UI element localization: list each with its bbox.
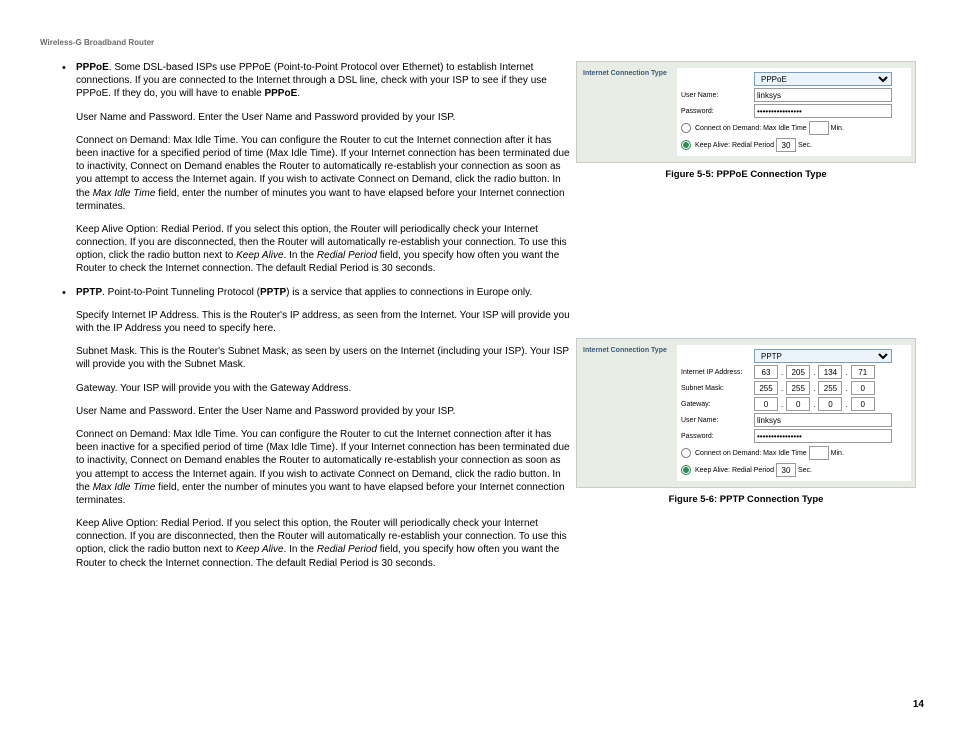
- keep-label: Keep Alive: Redial Period: [695, 467, 774, 474]
- redial-italic: Redial Period: [317, 544, 377, 555]
- ip-label: Internet IP Address:: [681, 369, 751, 376]
- keep-alive-italic: Keep Alive: [236, 250, 283, 261]
- page-header: Wireless-G Broadband Router: [40, 38, 926, 47]
- keep-alive-italic: Keep Alive: [236, 544, 283, 555]
- subnet-1[interactable]: [754, 381, 778, 395]
- ip-3[interactable]: [818, 365, 842, 379]
- pptp-user: User Name and Password. Enter the User N…: [76, 405, 570, 418]
- fig5-side-label: Internet Connection Type: [583, 68, 671, 77]
- subnet-4[interactable]: [851, 381, 875, 395]
- min-label: Min.: [831, 125, 844, 132]
- ip-4[interactable]: [851, 365, 875, 379]
- sec-label: Sec.: [798, 142, 812, 149]
- cod-label: Connect on Demand: Max Idle Time: [695, 450, 807, 457]
- bullet-pptp: PPTP. Point-to-Point Tunneling Protocol …: [40, 286, 570, 570]
- max-idle-italic: Max Idle Time: [93, 188, 156, 199]
- cod-radio[interactable]: [681, 123, 691, 133]
- cod-input-pptp[interactable]: [809, 446, 829, 460]
- pass-input[interactable]: [754, 104, 892, 118]
- ip-1[interactable]: [754, 365, 778, 379]
- sec-label: Sec.: [798, 467, 812, 474]
- pppoe-intro: . Some DSL-based ISPs use PPPoE (Point-t…: [76, 62, 547, 99]
- page-number: 14: [913, 699, 924, 710]
- gw-2[interactable]: [786, 397, 810, 411]
- figure-5-6: Internet Connection Type PPTP Internet I…: [576, 338, 916, 505]
- fig6-side-label: Internet Connection Type: [583, 345, 671, 354]
- subnet-2[interactable]: [786, 381, 810, 395]
- pppoe-user: User Name and Password. Enter the User N…: [76, 111, 570, 124]
- pass-input-pptp[interactable]: [754, 429, 892, 443]
- user-input-pptp[interactable]: [754, 413, 892, 427]
- subnet-label: Subnet Mask:: [681, 385, 751, 392]
- figure-5-5: Internet Connection Type PPPoE User Name…: [576, 61, 916, 180]
- pptp-select[interactable]: PPTP: [754, 349, 892, 363]
- text: . In the: [284, 250, 317, 261]
- pptp-gateway: Gateway. Your ISP will provide you with …: [76, 382, 570, 395]
- pptp-subnet: Subnet Mask. This is the Router's Subnet…: [76, 345, 570, 371]
- pppoe-title-repeat: PPPoE: [264, 88, 297, 99]
- keep-radio[interactable]: [681, 140, 691, 150]
- cod-radio-pptp[interactable]: [681, 448, 691, 458]
- user-input[interactable]: [754, 88, 892, 102]
- pptp-ip: Specify Internet IP Address. This is the…: [76, 309, 570, 335]
- pptp-title-repeat: PPTP: [260, 287, 286, 298]
- pass-label: Password:: [681, 433, 751, 440]
- keep-radio-pptp[interactable]: [681, 465, 691, 475]
- cod-label: Connect on Demand: Max Idle Time: [695, 125, 807, 132]
- gw-3[interactable]: [818, 397, 842, 411]
- text: .: [297, 88, 300, 99]
- max-idle-italic: Max Idle Time: [93, 482, 156, 493]
- gw-label: Gateway:: [681, 401, 751, 408]
- ip-2[interactable]: [786, 365, 810, 379]
- keep-label: Keep Alive: Redial Period: [695, 142, 774, 149]
- user-label: User Name:: [681, 417, 751, 424]
- keep-input-pptp[interactable]: [776, 463, 796, 477]
- body-text: PPPoE. Some DSL-based ISPs use PPPoE (Po…: [40, 61, 570, 580]
- min-label: Min.: [831, 450, 844, 457]
- user-label: User Name:: [681, 92, 751, 99]
- redial-italic: Redial Period: [317, 250, 377, 261]
- fig6-caption: Figure 5-6: PPTP Connection Type: [576, 494, 916, 505]
- pptp-title: PPTP: [76, 287, 102, 298]
- text: . In the: [284, 544, 317, 555]
- subnet-3[interactable]: [818, 381, 842, 395]
- text: . Point-to-Point Tunneling Protocol (: [102, 287, 260, 298]
- pppoe-select[interactable]: PPPoE: [754, 72, 892, 86]
- cod-input[interactable]: [809, 121, 829, 135]
- pass-label: Password:: [681, 108, 751, 115]
- fig5-caption: Figure 5-5: PPPoE Connection Type: [576, 169, 916, 180]
- bullet-pppoe: PPPoE. Some DSL-based ISPs use PPPoE (Po…: [40, 61, 570, 276]
- pppoe-title: PPPoE: [76, 62, 109, 73]
- gw-1[interactable]: [754, 397, 778, 411]
- text: ) is a service that applies to connectio…: [286, 287, 532, 298]
- gw-4[interactable]: [851, 397, 875, 411]
- keep-input[interactable]: [776, 138, 796, 152]
